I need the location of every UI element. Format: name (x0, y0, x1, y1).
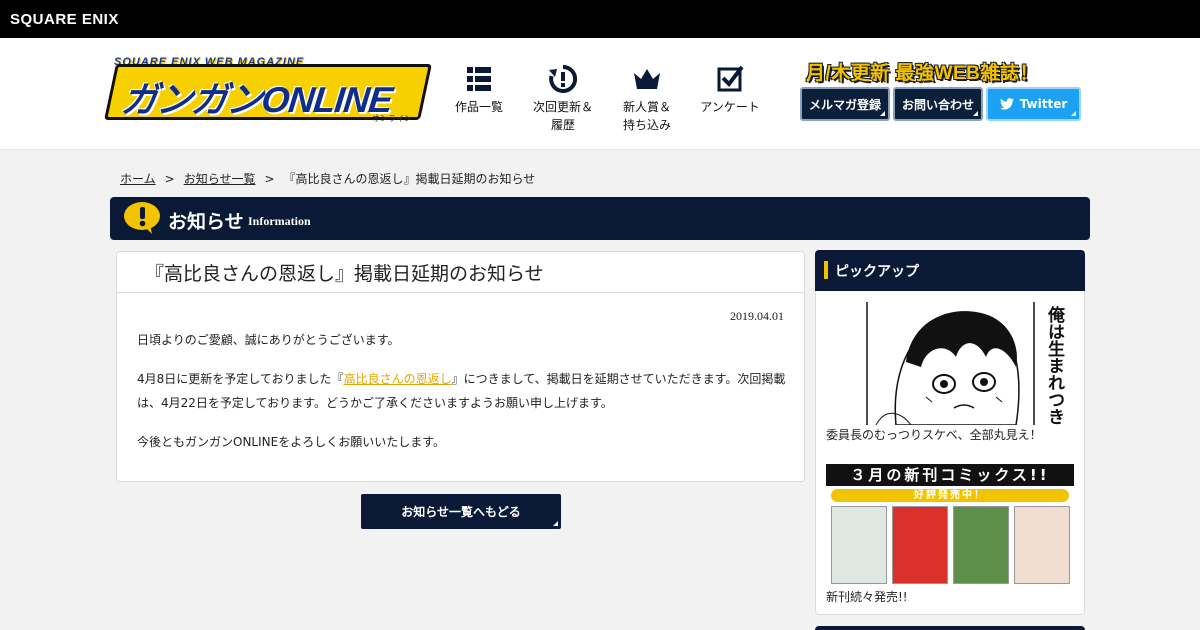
square-enix-logo[interactable]: SQUARE ENIX (10, 11, 119, 28)
checkbox-icon (717, 65, 744, 92)
site-header: SQUARE ENIX WEB MAGAZINE ガンガンONLINE オンライ… (0, 38, 1200, 150)
contact-button[interactable]: お問い合わせ (893, 87, 983, 121)
article-body: 日頃よりのご愛顧、誠にありがとうございます。 4月8日に更新を予定しておりました… (137, 328, 787, 469)
contact-label: お問い合わせ (901, 97, 974, 112)
breadcrumb-separator: > (164, 172, 175, 186)
twitter-label: Twitter (1019, 97, 1068, 111)
twitter-button[interactable]: Twitter (986, 87, 1081, 121)
nav-next-label-2: 履歴 (550, 118, 575, 132)
nav-next-update[interactable]: 次回更新＆ 履歴 (523, 64, 603, 134)
breadcrumb-home[interactable]: ホーム (120, 172, 156, 186)
article-paragraph-3: 今後ともガンガンONLINEをよろしくお願いいたします。 (137, 435, 446, 449)
article-date: 2019.04.01 (730, 309, 784, 323)
logo-sub-text: オンライン (372, 114, 412, 123)
new-comics-banner[interactable]: ３月の新刊コミックス!! 好評発売中！ (826, 464, 1074, 585)
pickup-vertical-text: 俺は生まれつき (1044, 306, 1064, 425)
nav-survey-label: アンケート (700, 100, 760, 114)
article-text: 4月8日に更新を予定しておりました『 (137, 372, 344, 386)
back-to-news-list-button[interactable]: お知らせ一覧へもどる (361, 494, 561, 529)
breadcrumb-current: 『高比良さんの恩返し』掲載日延期のお知らせ (283, 172, 536, 186)
banner-title: ３月の新刊コミックス!! (826, 464, 1074, 486)
news-article: 『高比良さんの恩返し』掲載日延期のお知らせ 2019.04.01 日頃よりのご愛… (116, 251, 805, 482)
twitter-bird-icon (999, 98, 1014, 110)
breadcrumb-news-list[interactable]: お知らせ一覧 (184, 172, 256, 186)
update-clock-icon (549, 64, 578, 93)
grid-list-icon (467, 67, 491, 91)
article-paragraph-1: 日頃よりのご愛顧、誠にありがとうございます。 (137, 333, 400, 347)
article-title: 『高比良さんの恩返し』掲載日延期のお知らせ (117, 252, 804, 293)
article-paragraph-2: 4月8日に更新を予定しておりました『高比良さんの恩返し』につきまして、掲載日を延… (137, 367, 787, 415)
nav-works-list[interactable]: 作品一覧 (439, 64, 519, 116)
comic-cover-4 (1014, 506, 1070, 584)
comic-cover-2 (892, 506, 948, 584)
breadcrumb-separator: > (264, 172, 275, 186)
nav-award[interactable]: 新人賞＆ 持ち込み (607, 64, 687, 134)
nav-survey[interactable]: アンケート (690, 64, 770, 116)
pickup-manga-illustration[interactable]: 俺は生まれつき (866, 302, 1073, 425)
nav-award-label-1: 新人賞＆ (622, 100, 671, 114)
banner-subtitle: 好評発売中！ (831, 489, 1069, 502)
pickup-header: ピックアップ (815, 250, 1085, 291)
section-title-en: Information (248, 214, 311, 228)
nav-award-label-2: 持ち込み (622, 118, 671, 132)
nav-works-label: 作品一覧 (454, 100, 503, 114)
mail-magazine-label: メルマガ登録 (808, 97, 881, 112)
next-sidebar-section (815, 626, 1085, 630)
pickup-caption-2[interactable]: 新刊続々発売!! (826, 588, 908, 605)
crown-icon (634, 69, 660, 89)
back-button-label: お知らせ一覧へもどる (401, 505, 521, 519)
gangan-online-logo[interactable]: SQUARE ENIX WEB MAGAZINE ガンガンONLINE オンライ… (104, 56, 432, 124)
corporate-bar: SQUARE ENIX (0, 0, 1200, 38)
nav-next-label-1: 次回更新＆ (532, 100, 593, 114)
comic-cover-1 (831, 506, 887, 584)
pickup-caption-1[interactable]: 委員長のむっつりスケベ、全部丸見え！ (826, 426, 1042, 443)
logo-main-plate: ガンガンONLINE (104, 64, 432, 120)
tagline: 月/木更新 最強WEB雑誌！ (806, 63, 1039, 84)
exclamation-bubble-icon (124, 202, 160, 234)
breadcrumb: ホーム > お知らせ一覧 > 『高比良さんの恩返し』掲載日延期のお知らせ (120, 170, 535, 187)
section-title: お知らせ (168, 211, 244, 233)
mail-magazine-button[interactable]: メルマガ登録 (800, 87, 890, 121)
comic-cover-3 (953, 506, 1009, 584)
series-link[interactable]: 高比良さんの恩返し (344, 372, 452, 386)
logo-main-text: ガンガンONLINE (119, 79, 394, 120)
section-header: お知らせ Information (110, 197, 1090, 240)
